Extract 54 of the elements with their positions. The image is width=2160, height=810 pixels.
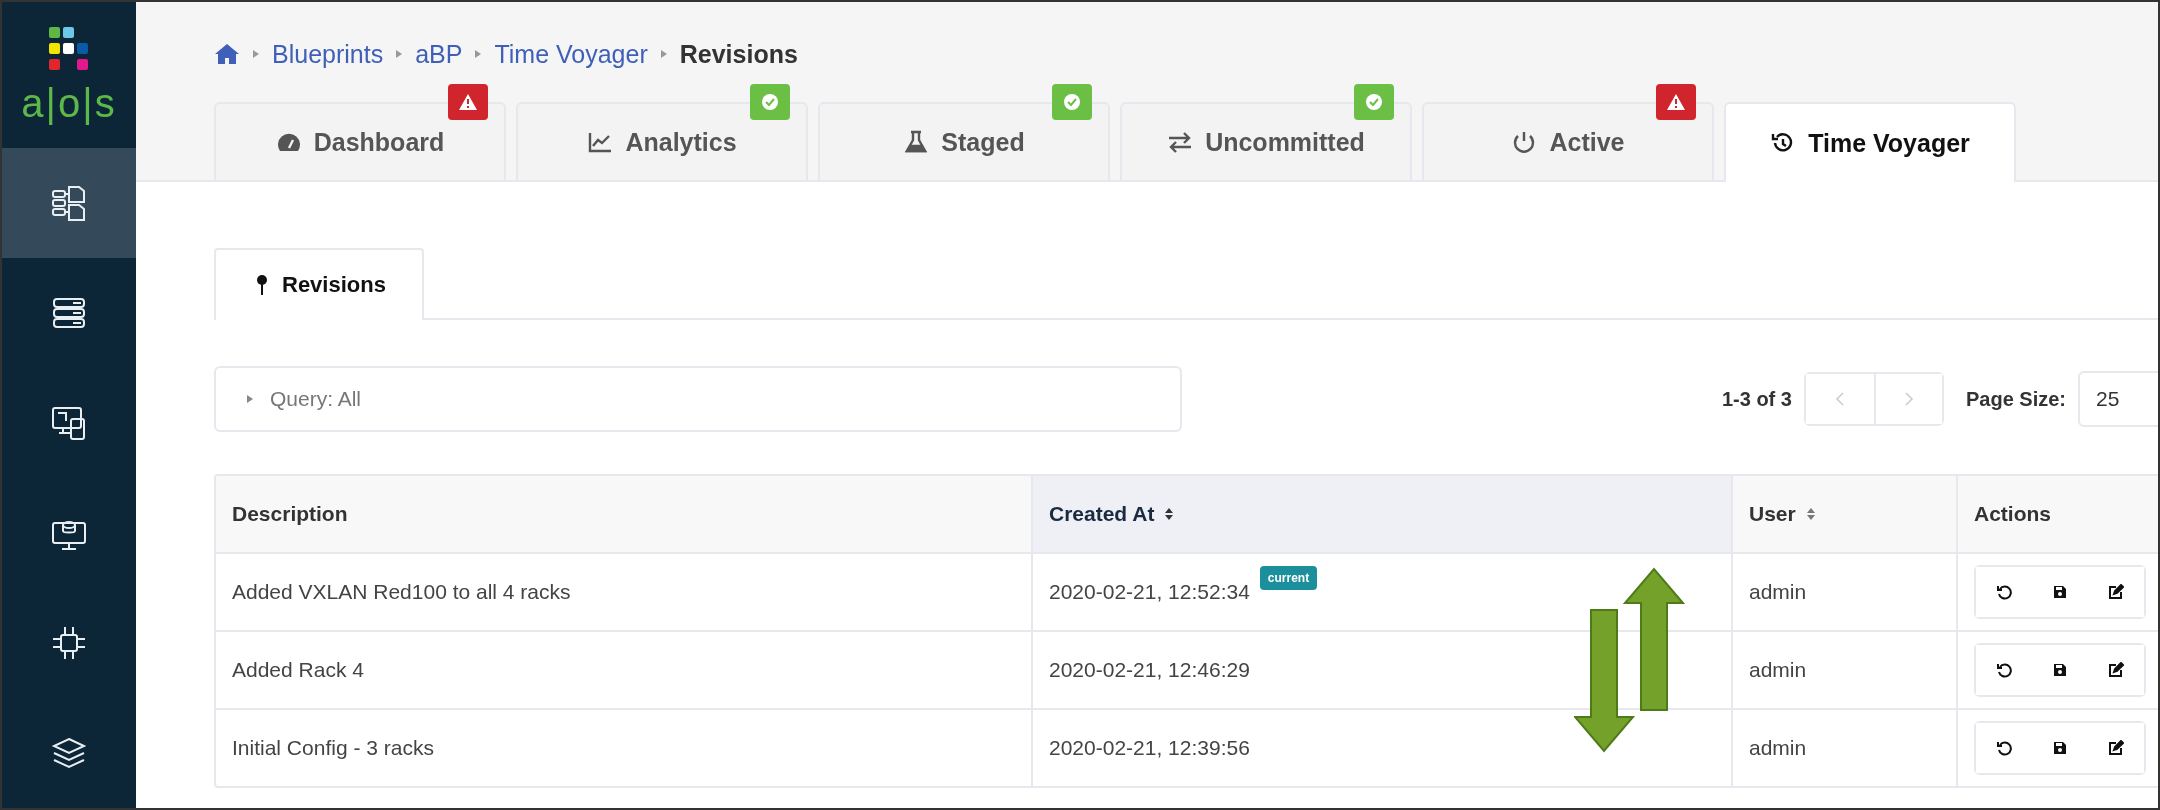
- chevron-icon: [252, 49, 260, 59]
- breadcrumb-link[interactable]: Blueprints: [272, 39, 384, 69]
- column-header[interactable]: Created At: [1031, 476, 1731, 552]
- table-cell: admin: [1731, 710, 1956, 786]
- tab[interactable]: Dashboard: [214, 102, 506, 180]
- sort-icon: [1805, 507, 1816, 521]
- table-cell-text: Initial Config - 3 racks: [231, 735, 435, 761]
- undo-icon: [1996, 584, 2012, 600]
- save-icon: [2053, 585, 2067, 599]
- line-chart-icon: [587, 130, 614, 154]
- page-range: 1-3 of 3: [1721, 387, 1792, 411]
- edit-icon: [2108, 584, 2124, 600]
- chevron-right-icon: [1903, 392, 1914, 406]
- undo-icon: [1996, 662, 2012, 678]
- logo-text: a|o|s: [21, 80, 117, 126]
- breadcrumb-link[interactable]: Time Voyager: [494, 39, 648, 69]
- table-cell: 2020-02-21, 12:39:56: [1049, 736, 1250, 760]
- tab[interactable]: Active: [1422, 102, 1714, 180]
- table-cell: 2020-02-21, 12:52:34: [1049, 580, 1250, 604]
- table-cell-text: Added Rack 4: [231, 657, 365, 683]
- breadcrumb-current: Revisions: [679, 39, 798, 69]
- chevron-icon: [395, 49, 404, 59]
- chevron-left-icon: [1834, 392, 1845, 406]
- tab[interactable]: Revisions: [214, 248, 424, 320]
- save-icon: [2053, 663, 2067, 677]
- home-icon[interactable]: [214, 43, 240, 65]
- edit-icon: [2108, 662, 2124, 678]
- sidebar-item[interactable]: [2, 148, 136, 258]
- edit-icon: [2108, 740, 2124, 756]
- column-header: Actions: [1956, 476, 2158, 552]
- caret-icon: [246, 394, 254, 404]
- table-cell: admin: [1731, 554, 1956, 630]
- breadcrumb-link[interactable]: aBP: [415, 39, 463, 69]
- column-header: Description: [231, 501, 349, 527]
- table-cell: 2020-02-21, 12:46:29: [1049, 658, 1250, 682]
- page-size-label: Page Size:: [1965, 387, 2066, 411]
- page-size-field[interactable]: 25: [2078, 371, 2158, 427]
- tab[interactable]: Time Voyager: [1724, 102, 2016, 182]
- sort-icon: [1164, 507, 1175, 521]
- save-icon: [2053, 741, 2067, 755]
- tab[interactable]: Uncommitted: [1120, 102, 1412, 180]
- chevron-icon: [659, 49, 668, 59]
- pin-icon: [256, 274, 268, 296]
- query-field[interactable]: Query: All: [214, 366, 1182, 432]
- chevron-icon: [474, 49, 483, 59]
- swap-arrows-icon: [1167, 130, 1194, 154]
- table-cell: admin: [1731, 632, 1956, 708]
- table-cell-text: Added VXLAN Red100 to all 4 racks: [231, 579, 572, 605]
- tab[interactable]: Staged: [818, 102, 1110, 180]
- status-badge: current: [1259, 566, 1318, 590]
- flask-icon: [903, 130, 930, 154]
- tab[interactable]: Analytics: [516, 102, 808, 180]
- undo-icon: [1996, 740, 2012, 756]
- column-header[interactable]: User: [1731, 476, 1956, 552]
